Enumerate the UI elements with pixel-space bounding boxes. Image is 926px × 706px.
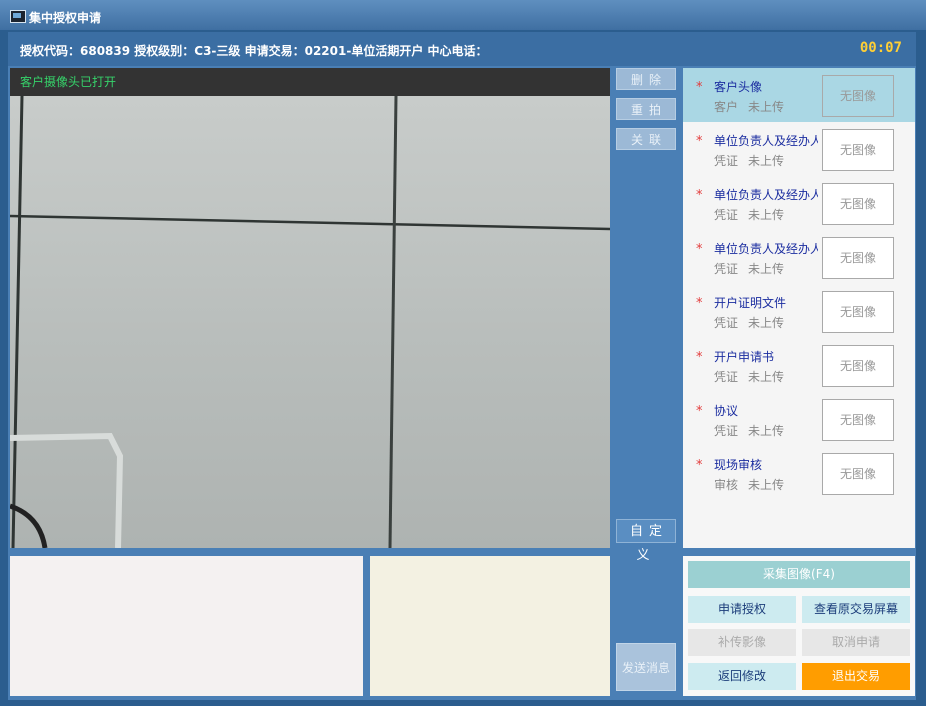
item-thumbnail[interactable]: 无图像 <box>822 291 894 333</box>
reupload-button[interactable]: 补传影像 <box>688 629 796 656</box>
item-meta: 客户 未上传 <box>714 100 785 114</box>
exit-transaction-button[interactable]: 退出交易 <box>802 663 910 690</box>
capture-image-button[interactable]: 采集图像(F4) <box>688 561 910 588</box>
delete-button[interactable]: 删除 <box>616 68 676 90</box>
item-title: 协议 <box>714 404 739 418</box>
retake-button[interactable]: 重拍 <box>616 98 676 120</box>
required-star: * <box>696 80 703 95</box>
list-item[interactable]: * 单位负责人及经办人 凭证 未上传 无图像 <box>683 122 915 176</box>
custom-button[interactable]: 自定义 <box>616 519 676 563</box>
action-panel: 采集图像(F4) 申请授权 查看原交易屏幕 补传影像 取消申请 返回修改 退出交… <box>683 556 915 696</box>
item-title: 开户申请书 <box>714 350 775 364</box>
required-star: * <box>696 350 703 365</box>
item-meta: 凭证 未上传 <box>714 370 785 384</box>
item-title: 单位负责人及经办人 <box>714 134 818 148</box>
cancel-request-button[interactable]: 取消申请 <box>802 629 910 656</box>
item-title: 现场审核 <box>714 458 763 472</box>
info-bar: 授权代码：680839 授权级别：C3-三级 申请交易：02201-单位活期开户… <box>8 32 916 66</box>
required-star: * <box>696 458 703 473</box>
required-star: * <box>696 296 703 311</box>
item-thumbnail[interactable]: 无图像 <box>822 129 894 171</box>
list-item[interactable]: * 单位负责人及经办人 凭证 未上传 无图像 <box>683 230 915 284</box>
item-title: 客户头像 <box>714 80 763 94</box>
camera-status: 客户摄像头已打开 <box>10 68 610 96</box>
item-thumbnail[interactable]: 无图像 <box>822 453 894 495</box>
item-thumbnail[interactable]: 无图像 <box>822 399 894 441</box>
item-meta: 审核 未上传 <box>714 478 785 492</box>
message-input[interactable] <box>10 556 363 696</box>
item-meta: 凭证 未上传 <box>714 424 785 438</box>
timer: 00:07 <box>859 40 902 56</box>
item-meta: 凭证 未上传 <box>714 262 785 276</box>
app-icon <box>10 10 26 23</box>
camera-view <box>10 96 610 548</box>
view-screen-button[interactable]: 查看原交易屏幕 <box>802 596 910 623</box>
list-item[interactable]: * 单位负责人及经办人 凭证 未上传 无图像 <box>683 176 915 230</box>
window-title: 集中授权申请 <box>29 11 102 25</box>
required-star: * <box>696 404 703 419</box>
item-title: 开户证明文件 <box>714 296 787 310</box>
apply-auth-button[interactable]: 申请授权 <box>688 596 796 623</box>
list-item[interactable]: * 客户头像 客户 未上传 无图像 <box>683 68 915 122</box>
item-thumbnail[interactable]: 无图像 <box>822 345 894 387</box>
back-modify-button[interactable]: 返回修改 <box>688 663 796 690</box>
item-thumbnail[interactable]: 无图像 <box>822 183 894 225</box>
document-list: * 客户头像 客户 未上传 无图像 * 单位负责人及经办人 凭证 未上传 无图像 *… <box>683 68 915 548</box>
title-bar: 集中授权申请 <box>0 0 926 30</box>
list-item[interactable]: * 协议 凭证 未上传 无图像 <box>683 392 915 446</box>
item-meta: 凭证 未上传 <box>714 208 785 222</box>
required-star: * <box>696 242 703 257</box>
item-meta: 凭证 未上传 <box>714 154 785 168</box>
link-button[interactable]: 关联 <box>616 128 676 150</box>
auth-info-text: 授权代码：680839 授权级别：C3-三级 申请交易：02201-单位活期开户… <box>20 44 488 58</box>
send-message-button[interactable]: 发送消息 <box>616 643 676 691</box>
item-meta: 凭证 未上传 <box>714 316 785 330</box>
item-title: 单位负责人及经办人 <box>714 242 818 256</box>
list-item[interactable]: * 现场审核 审核 未上传 无图像 <box>683 446 915 500</box>
required-star: * <box>696 188 703 203</box>
required-star: * <box>696 134 703 149</box>
list-item[interactable]: * 开户申请书 凭证 未上传 无图像 <box>683 338 915 392</box>
item-thumbnail[interactable]: 无图像 <box>822 237 894 279</box>
item-thumbnail[interactable]: 无图像 <box>822 75 894 117</box>
item-title: 单位负责人及经办人 <box>714 188 818 202</box>
message-history <box>370 556 610 696</box>
camera-preview: 客户摄像头已打开 <box>10 68 610 548</box>
list-item[interactable]: * 开户证明文件 凭证 未上传 无图像 <box>683 284 915 338</box>
